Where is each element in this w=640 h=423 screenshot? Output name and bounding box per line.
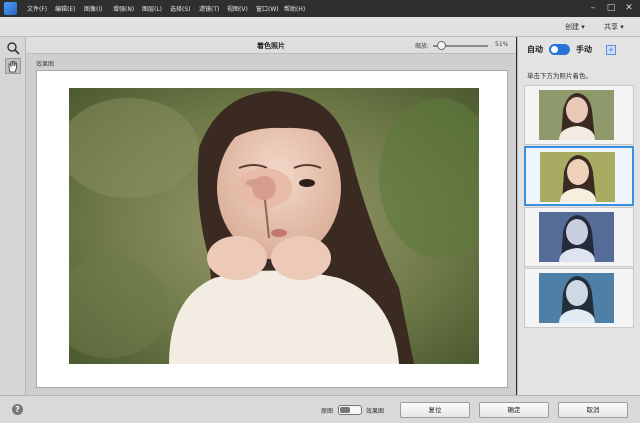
chevron-down-icon: ▾ bbox=[620, 23, 624, 31]
tool-strip bbox=[0, 37, 26, 395]
thumbnail-image bbox=[539, 212, 614, 262]
menu-file[interactable]: 文件(F) bbox=[27, 4, 47, 13]
auto-mode-label: 自动 bbox=[527, 45, 543, 54]
menu-edit[interactable]: 编辑(E) bbox=[55, 4, 75, 13]
hand-tool-button[interactable] bbox=[5, 58, 21, 74]
minimize-button[interactable]: – bbox=[586, 2, 600, 14]
zoom-label: 缩放: bbox=[415, 43, 430, 50]
thumbnail-image bbox=[540, 152, 615, 202]
app-logo bbox=[4, 2, 17, 15]
thumbnail-image bbox=[539, 273, 614, 323]
menu-window[interactable]: 窗口(W) bbox=[256, 4, 279, 13]
cancel-button[interactable]: 取消 bbox=[558, 402, 628, 418]
share-button[interactable]: 共享 ▾ bbox=[604, 22, 624, 32]
zoom-tool-button[interactable] bbox=[5, 40, 21, 56]
menu-help[interactable]: 帮助(H) bbox=[284, 4, 305, 13]
thumbnail-option-4[interactable] bbox=[524, 268, 634, 328]
menu-filter[interactable]: 滤镜(T) bbox=[199, 4, 219, 13]
action-bar: 创建 ▾ 共享 ▾ bbox=[0, 17, 640, 37]
thumbnail-list bbox=[524, 85, 634, 328]
thumbnail-option-1[interactable] bbox=[524, 85, 634, 145]
main-area: 着色照片 缩放: 51% 效果图 bbox=[26, 37, 516, 395]
thumbnail-option-3[interactable] bbox=[524, 207, 634, 267]
share-label: 共享 bbox=[604, 23, 618, 31]
help-icon[interactable]: ? bbox=[12, 404, 23, 415]
close-button[interactable]: ✕ bbox=[622, 2, 636, 14]
photo-canvas[interactable] bbox=[69, 88, 479, 364]
ok-button[interactable]: 确定 bbox=[479, 402, 549, 418]
instruction-text: 单击下方为照片着色。 bbox=[527, 72, 592, 80]
menu-view[interactable]: 视图(V) bbox=[227, 4, 248, 13]
thumbnail-image bbox=[539, 90, 614, 140]
menu-image[interactable]: 图像(I) bbox=[84, 4, 102, 13]
chevron-down-icon: ▾ bbox=[581, 23, 585, 31]
zoom-value: 51% bbox=[495, 41, 509, 48]
info-icon[interactable]: + bbox=[606, 45, 616, 55]
toggle-knob bbox=[340, 407, 350, 413]
bottom-bar: ? 原图 效果图 复位 确定 取消 bbox=[0, 395, 640, 423]
hand-icon bbox=[8, 61, 18, 73]
main-header: 着色照片 缩放: 51% bbox=[26, 37, 516, 54]
thumbnail-option-2[interactable] bbox=[524, 146, 634, 206]
menu-bar: 文件(F) 编辑(E) 图像(I) 增强(N) 图层(L) 选择(S) 滤镜(T… bbox=[0, 0, 640, 17]
zoom-slider-handle[interactable] bbox=[437, 41, 446, 50]
create-button[interactable]: 创建 ▾ bbox=[565, 22, 585, 32]
reset-button[interactable]: 复位 bbox=[400, 402, 470, 418]
maximize-button[interactable]: □ bbox=[604, 2, 618, 14]
mode-toggle-knob bbox=[551, 46, 558, 53]
colorized-photo bbox=[69, 88, 479, 364]
canvas-frame bbox=[36, 70, 508, 388]
view-label: 效果图 bbox=[36, 61, 55, 68]
after-label: 效果图 bbox=[366, 408, 385, 415]
create-label: 创建 bbox=[565, 23, 579, 31]
before-after-toggle[interactable] bbox=[338, 405, 362, 415]
manual-mode-label: 手动 bbox=[576, 45, 592, 54]
menu-enhance[interactable]: 增强(N) bbox=[113, 4, 134, 13]
magnifier-icon bbox=[7, 42, 20, 55]
mode-toggle[interactable] bbox=[549, 44, 570, 55]
menu-select[interactable]: 选择(S) bbox=[170, 4, 191, 13]
menu-layer[interactable]: 图层(L) bbox=[142, 4, 162, 13]
colorize-panel: 自动 手动 + 单击下方为照片着色。 bbox=[517, 37, 640, 395]
before-label: 原图 bbox=[321, 408, 334, 415]
